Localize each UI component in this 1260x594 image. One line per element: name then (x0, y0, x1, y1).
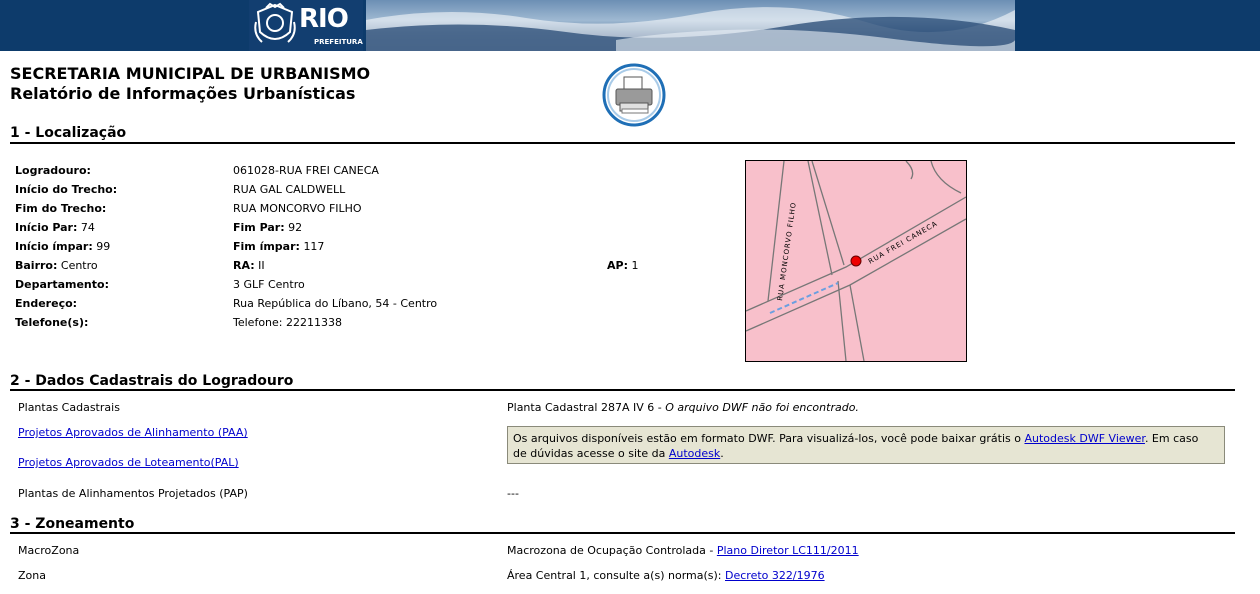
ap-label: AP: (607, 259, 628, 272)
bairro-label: Bairro: (15, 259, 58, 272)
brand-name: RIO (299, 4, 349, 34)
map-street-label: RUA MONCORVO FILHO (776, 201, 798, 301)
ra-value: II (258, 259, 265, 272)
fim-impar-label: Fim ímpar: (233, 240, 300, 253)
plantas-not-found: O arquivo DWF não foi encontrado. (665, 401, 859, 414)
inicio-par-label: Início Par: (15, 221, 78, 234)
inicio-par-row: Início Par: 74 (15, 221, 95, 234)
location-map[interactable]: RUA MONCORVO FILHO RUA FREI CANECA (745, 160, 967, 362)
macrozona-label: MacroZona (18, 544, 80, 557)
telefone-label: Telefone(s): (15, 316, 89, 329)
pap-value: --- (507, 487, 519, 500)
printer-icon[interactable] (602, 63, 666, 127)
departamento-value: 3 GLF Centro (233, 278, 305, 291)
plantas-cadastrais-label: Plantas Cadastrais (18, 401, 120, 414)
header-wave-image (366, 0, 1015, 51)
bairro-row: Bairro: Centro (15, 259, 98, 272)
inicio-trecho-value: RUA GAL CALDWELL (233, 183, 346, 196)
pal-link[interactable]: Projetos Aprovados de Loteamento(PAL) (18, 456, 239, 469)
ra-row: RA: II (233, 259, 265, 272)
fim-par-row: Fim Par: 92 (233, 221, 302, 234)
departamento-label: Departamento: (15, 278, 109, 291)
inicio-trecho-label: Início do Trecho: (15, 183, 118, 196)
macrozona-row: Macrozona de Ocupação Controlada - Plano… (507, 544, 859, 557)
plano-diretor-link[interactable]: Plano Diretor LC111/2011 (717, 544, 859, 557)
autodesk-link[interactable]: Autodesk (669, 447, 720, 460)
fim-par-label: Fim Par: (233, 221, 285, 234)
coat-of-arms-icon (254, 2, 296, 43)
inicio-impar-row: Início ímpar: 99 (15, 240, 110, 253)
section-divider (10, 142, 1235, 144)
map-street-label: RUA FREI CANECA (867, 219, 939, 265)
note-text: . (720, 447, 724, 460)
bairro-value: Centro (60, 259, 98, 272)
ap-value: 1 (631, 259, 639, 272)
plantas-cadastrais-value: Planta Cadastral 287A IV 6 - O arquivo D… (507, 401, 859, 414)
plantas-value: Planta Cadastral 287A IV 6 - (507, 401, 662, 414)
logradouro-value: 061028-RUA FREI CANECA (233, 164, 379, 177)
dwf-info-box: Os arquivos disponíveis estão em formato… (507, 426, 1225, 464)
page-title: SECRETARIA MUNICIPAL DE URBANISMO (10, 64, 371, 83)
note-text: de dúvidas acesse o site da (513, 447, 666, 460)
logradouro-label: Logradouro: (15, 164, 91, 177)
inicio-impar-value: 99 (96, 240, 111, 253)
section-dados-cadastrais-title: 2 - Dados Cadastrais do Logradouro (10, 373, 294, 389)
pap-label: Plantas de Alinhamentos Projetados (PAP) (18, 487, 248, 500)
page-subtitle: Relatório de Informações Urbanísticas (10, 84, 356, 103)
section-zoneamento-title: 3 - Zoneamento (10, 516, 135, 532)
note-text: . Em caso (1144, 432, 1199, 445)
ra-label: RA: (233, 259, 255, 272)
inicio-impar-label: Início ímpar: (15, 240, 93, 253)
fim-trecho-label: Fim do Trecho: (15, 202, 107, 215)
fim-impar-row: Fim ímpar: 117 (233, 240, 324, 253)
endereco-value: Rua República do Líbano, 54 - Centro (233, 297, 438, 310)
inicio-par-value: 74 (80, 221, 95, 234)
zona-row: Área Central 1, consulte a(s) norma(s): … (507, 569, 825, 582)
section-divider (10, 389, 1235, 391)
fim-trecho-value: RUA MONCORVO FILHO (233, 202, 362, 215)
ap-row: AP: 1 (607, 259, 638, 272)
brand-subtitle: PREFEITURA (314, 38, 363, 46)
paa-link[interactable]: Projetos Aprovados de Alinhamento (PAA) (18, 426, 248, 439)
macrozona-value: Macrozona de Ocupação Controlada - (507, 544, 714, 557)
note-text: Os arquivos disponíveis estão em formato… (513, 432, 1021, 445)
zona-value: Área Central 1, consulte a(s) norma(s): (507, 569, 722, 582)
fim-impar-value: 117 (303, 240, 325, 253)
section-divider (10, 532, 1235, 534)
fim-par-value: 92 (288, 221, 303, 234)
autodesk-dwf-viewer-link[interactable]: Autodesk DWF Viewer (1024, 432, 1144, 445)
telefone-value: Telefone: 22211338 (233, 316, 342, 329)
zona-label: Zona (18, 569, 46, 582)
decreto-link[interactable]: Decreto 322/1976 (725, 569, 825, 582)
section-localizacao-title: 1 - Localização (10, 125, 127, 141)
endereco-label: Endereço: (15, 297, 78, 310)
